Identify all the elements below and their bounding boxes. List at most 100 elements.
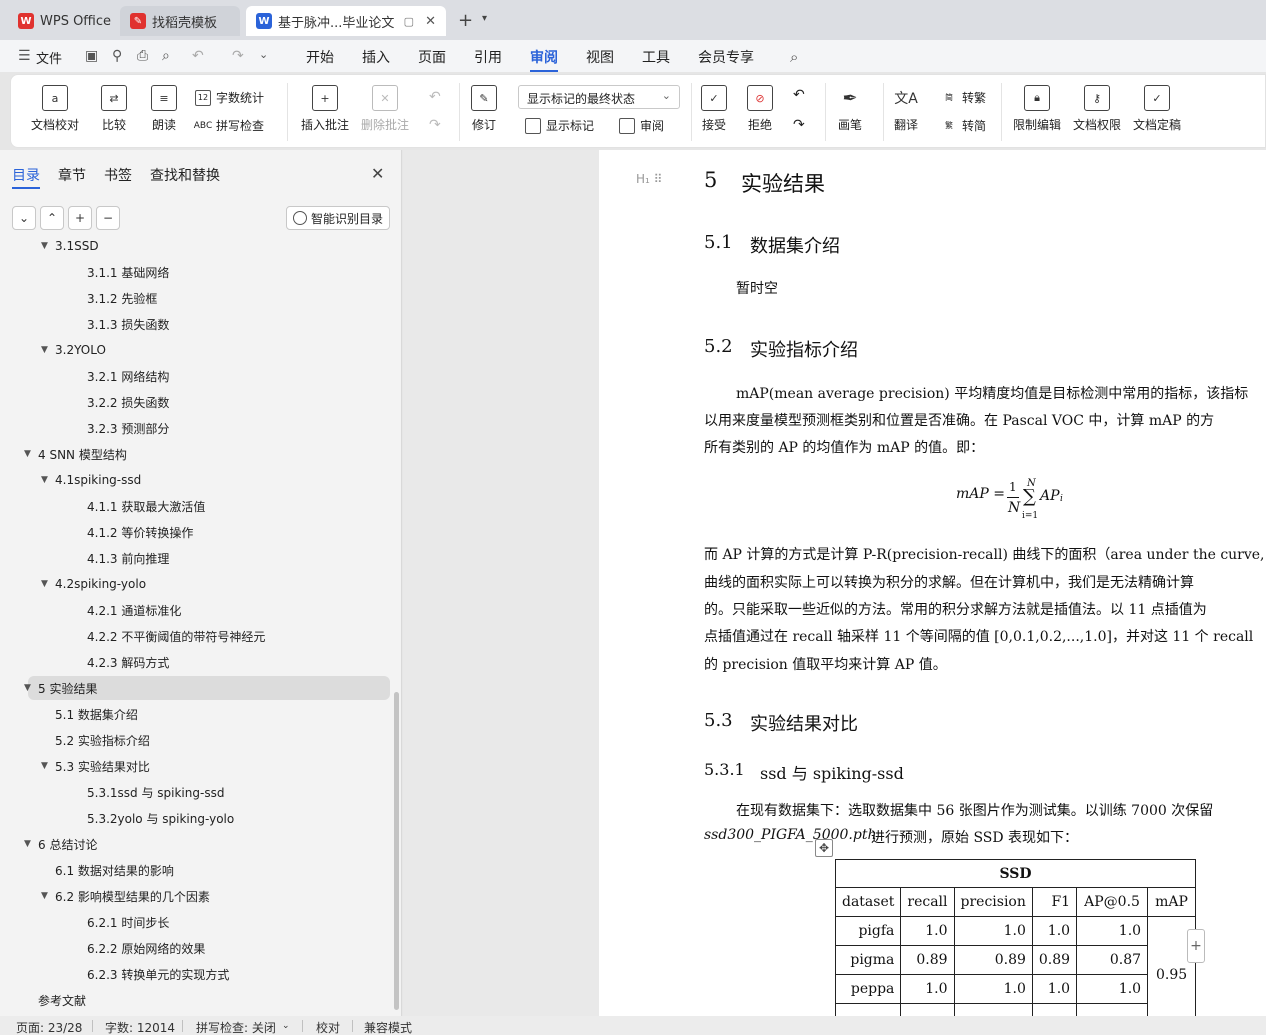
- menu-insert[interactable]: 插入: [362, 47, 390, 67]
- expand-arrow-icon[interactable]: ▼: [24, 839, 38, 849]
- next-comment-icon[interactable]: ↷: [429, 117, 441, 133]
- word-count-button[interactable]: 12 字数统计: [195, 89, 264, 106]
- compare-button[interactable]: ⇄ 比较: [101, 85, 127, 133]
- spell-check-indicator[interactable]: 拼写检查: 关闭: [196, 1019, 276, 1035]
- tab-wps-office[interactable]: W WPS Office: [8, 6, 116, 36]
- accept-button[interactable]: ✓ 接受: [701, 85, 727, 133]
- close-pane-icon[interactable]: ✕: [371, 164, 384, 183]
- expand-arrow-icon[interactable]: ▼: [24, 449, 38, 459]
- toc-item[interactable]: 4.1.1 获取最大激活值: [0, 494, 392, 518]
- spell-check-button[interactable]: ABC 拼写检查: [194, 117, 264, 134]
- expand-arrow-icon[interactable]: ▼: [41, 241, 55, 251]
- ssd-results-table[interactable]: SSD dataset recall precision F1 AP@0.5 m…: [834, 859, 1197, 1016]
- toc-item[interactable]: ▼ 6.2 影响模型结果的几个因素: [0, 884, 392, 908]
- show-markup-button[interactable]: 显示标记: [525, 117, 594, 134]
- tab-document[interactable]: W 基于脉冲...毕业论文 ▢ ✕: [246, 6, 446, 36]
- pen-button[interactable]: ✒ 画笔: [837, 85, 863, 133]
- track-changes-button[interactable]: ✎ 修订: [471, 85, 497, 133]
- toc-item[interactable]: 6.2.2 原始网络的效果: [0, 936, 392, 960]
- toc-item[interactable]: ▼ 6 总结讨论: [0, 832, 392, 856]
- delete-comment-button[interactable]: ✕ 删除批注: [361, 85, 409, 133]
- read-aloud-button[interactable]: ≡ 朗读: [151, 85, 177, 133]
- page-indicator[interactable]: 页面: 23/28: [16, 1019, 82, 1035]
- toc-item[interactable]: 5.3.1ssd 与 spiking-ssd: [0, 780, 392, 804]
- close-tab-icon[interactable]: ✕: [425, 14, 436, 29]
- add-heading-button[interactable]: +: [68, 206, 92, 230]
- toc-item[interactable]: ▼ 4.2spiking-yolo: [0, 572, 392, 596]
- reject-button[interactable]: ⊘ 拒绝: [747, 85, 773, 133]
- toc-item[interactable]: ▼ 4 SNN 模型结构: [0, 442, 392, 466]
- toc-item[interactable]: 3.1.1 基础网络: [0, 260, 392, 284]
- toc-item[interactable]: ▼ 3.1SSD: [0, 236, 392, 258]
- toc-item[interactable]: 4.2.2 不平衡阈值的带符号神经元: [0, 624, 392, 648]
- move-table-handle-icon[interactable]: ✥: [815, 839, 833, 857]
- review-pane-button[interactable]: 审阅: [619, 117, 664, 134]
- redo-icon[interactable]: ↷: [232, 48, 244, 64]
- to-traditional-button[interactable]: 简 转繁: [941, 89, 986, 106]
- tab-find-replace[interactable]: 查找和替换: [150, 165, 220, 185]
- prev-comment-icon[interactable]: ↶: [429, 89, 441, 105]
- to-simplified-button[interactable]: 繁 转简: [941, 117, 986, 134]
- float-window-icon[interactable]: ▢: [404, 15, 414, 28]
- toc-item[interactable]: ▼ 4.1spiking-ssd: [0, 468, 392, 492]
- expand-arrow-icon[interactable]: ▼: [41, 891, 55, 901]
- toc-scrollbar-thumb[interactable]: [394, 692, 399, 1010]
- toc-item[interactable]: 3.2.1 网络结构: [0, 364, 392, 388]
- menu-review[interactable]: 审阅: [530, 47, 558, 72]
- toc-item[interactable]: 4.1.3 前向推理: [0, 546, 392, 570]
- link-icon[interactable]: ⚲: [112, 48, 122, 64]
- toc-item[interactable]: 4.2.3 解码方式: [0, 650, 392, 674]
- chevron-down-icon[interactable]: ⌄: [282, 1021, 290, 1031]
- toc-item[interactable]: 3.2.2 损失函数: [0, 390, 392, 414]
- toc-item[interactable]: 3.1.2 先验框: [0, 286, 392, 310]
- quick-access-chevron-icon[interactable]: ⌄: [259, 48, 268, 61]
- toc-item[interactable]: 6.2.3 转换单元的实现方式: [0, 962, 392, 986]
- tab-bookmarks[interactable]: 书签: [104, 165, 132, 185]
- expand-arrow-icon[interactable]: ▼: [41, 761, 55, 771]
- toc-item[interactable]: 6.1 数据对结果的影响: [0, 858, 392, 882]
- remove-heading-button[interactable]: −: [96, 206, 120, 230]
- doc-permission-button[interactable]: ⚷ 文档权限: [1073, 85, 1121, 133]
- toc-item[interactable]: 5.2 实验指标介绍: [0, 728, 392, 752]
- menu-page[interactable]: 页面: [418, 47, 446, 67]
- expand-button[interactable]: ⌃: [40, 206, 64, 230]
- expand-arrow-icon[interactable]: ▼: [41, 475, 55, 485]
- new-tab-icon[interactable]: +: [458, 10, 473, 31]
- print-preview-icon[interactable]: ⌕: [162, 48, 170, 64]
- insert-comment-button[interactable]: + 插入批注: [301, 85, 349, 133]
- toc-item[interactable]: 4.2.1 通道标准化: [0, 598, 392, 622]
- toc-item[interactable]: ▼ 5 实验结果: [24, 676, 390, 700]
- expand-arrow-icon[interactable]: ▼: [41, 579, 55, 589]
- toc-item[interactable]: 3.2.3 预测部分: [0, 416, 392, 440]
- restrict-edit-button[interactable]: 🔒︎ 限制编辑: [1013, 85, 1061, 133]
- toc-item[interactable]: 4.1.2 等价转换操作: [0, 520, 392, 544]
- toc-item[interactable]: ▼ 3.2YOLO: [0, 338, 392, 362]
- menu-view[interactable]: 视图: [586, 47, 614, 67]
- menu-file[interactable]: 文件: [36, 48, 62, 67]
- tab-sections[interactable]: 章节: [58, 165, 86, 185]
- smart-toc-button[interactable]: 智能识别目录: [286, 206, 390, 230]
- heading-marker-icon[interactable]: H₁ ⠿: [636, 172, 662, 186]
- translate-button[interactable]: 文A 翻译: [893, 85, 919, 133]
- expand-arrow-icon[interactable]: ▼: [41, 345, 55, 355]
- collapse-button[interactable]: ⌄: [12, 206, 36, 230]
- menu-home[interactable]: 开始: [306, 47, 334, 67]
- print-icon[interactable]: ⎙: [137, 48, 148, 64]
- menu-references[interactable]: 引用: [474, 47, 502, 67]
- prev-change-icon[interactable]: ↶: [793, 87, 805, 103]
- menu-member[interactable]: 会员专享: [698, 47, 754, 67]
- toc-item[interactable]: 6.2.1 时间步长: [0, 910, 392, 934]
- expand-arrow-icon[interactable]: ▼: [24, 683, 38, 693]
- markup-state-select[interactable]: 显示标记的最终状态 ⌄: [518, 85, 680, 109]
- toc-item[interactable]: 参考文献: [0, 988, 392, 1012]
- finalize-button[interactable]: ✓ 文档定稿: [1133, 85, 1181, 133]
- search-icon[interactable]: ⌕: [790, 48, 798, 66]
- hamburger-icon[interactable]: ☰: [18, 48, 31, 64]
- tab-toc[interactable]: 目录: [12, 165, 40, 185]
- doc-check-button[interactable]: a 文档校对: [31, 85, 79, 133]
- undo-icon[interactable]: ↶: [192, 48, 204, 64]
- add-column-handle-icon[interactable]: +: [1187, 929, 1205, 963]
- next-change-icon[interactable]: ↷: [793, 117, 805, 133]
- word-count-indicator[interactable]: 字数: 12014: [105, 1019, 175, 1035]
- toc-item[interactable]: 3.1.3 损失函数: [0, 312, 392, 336]
